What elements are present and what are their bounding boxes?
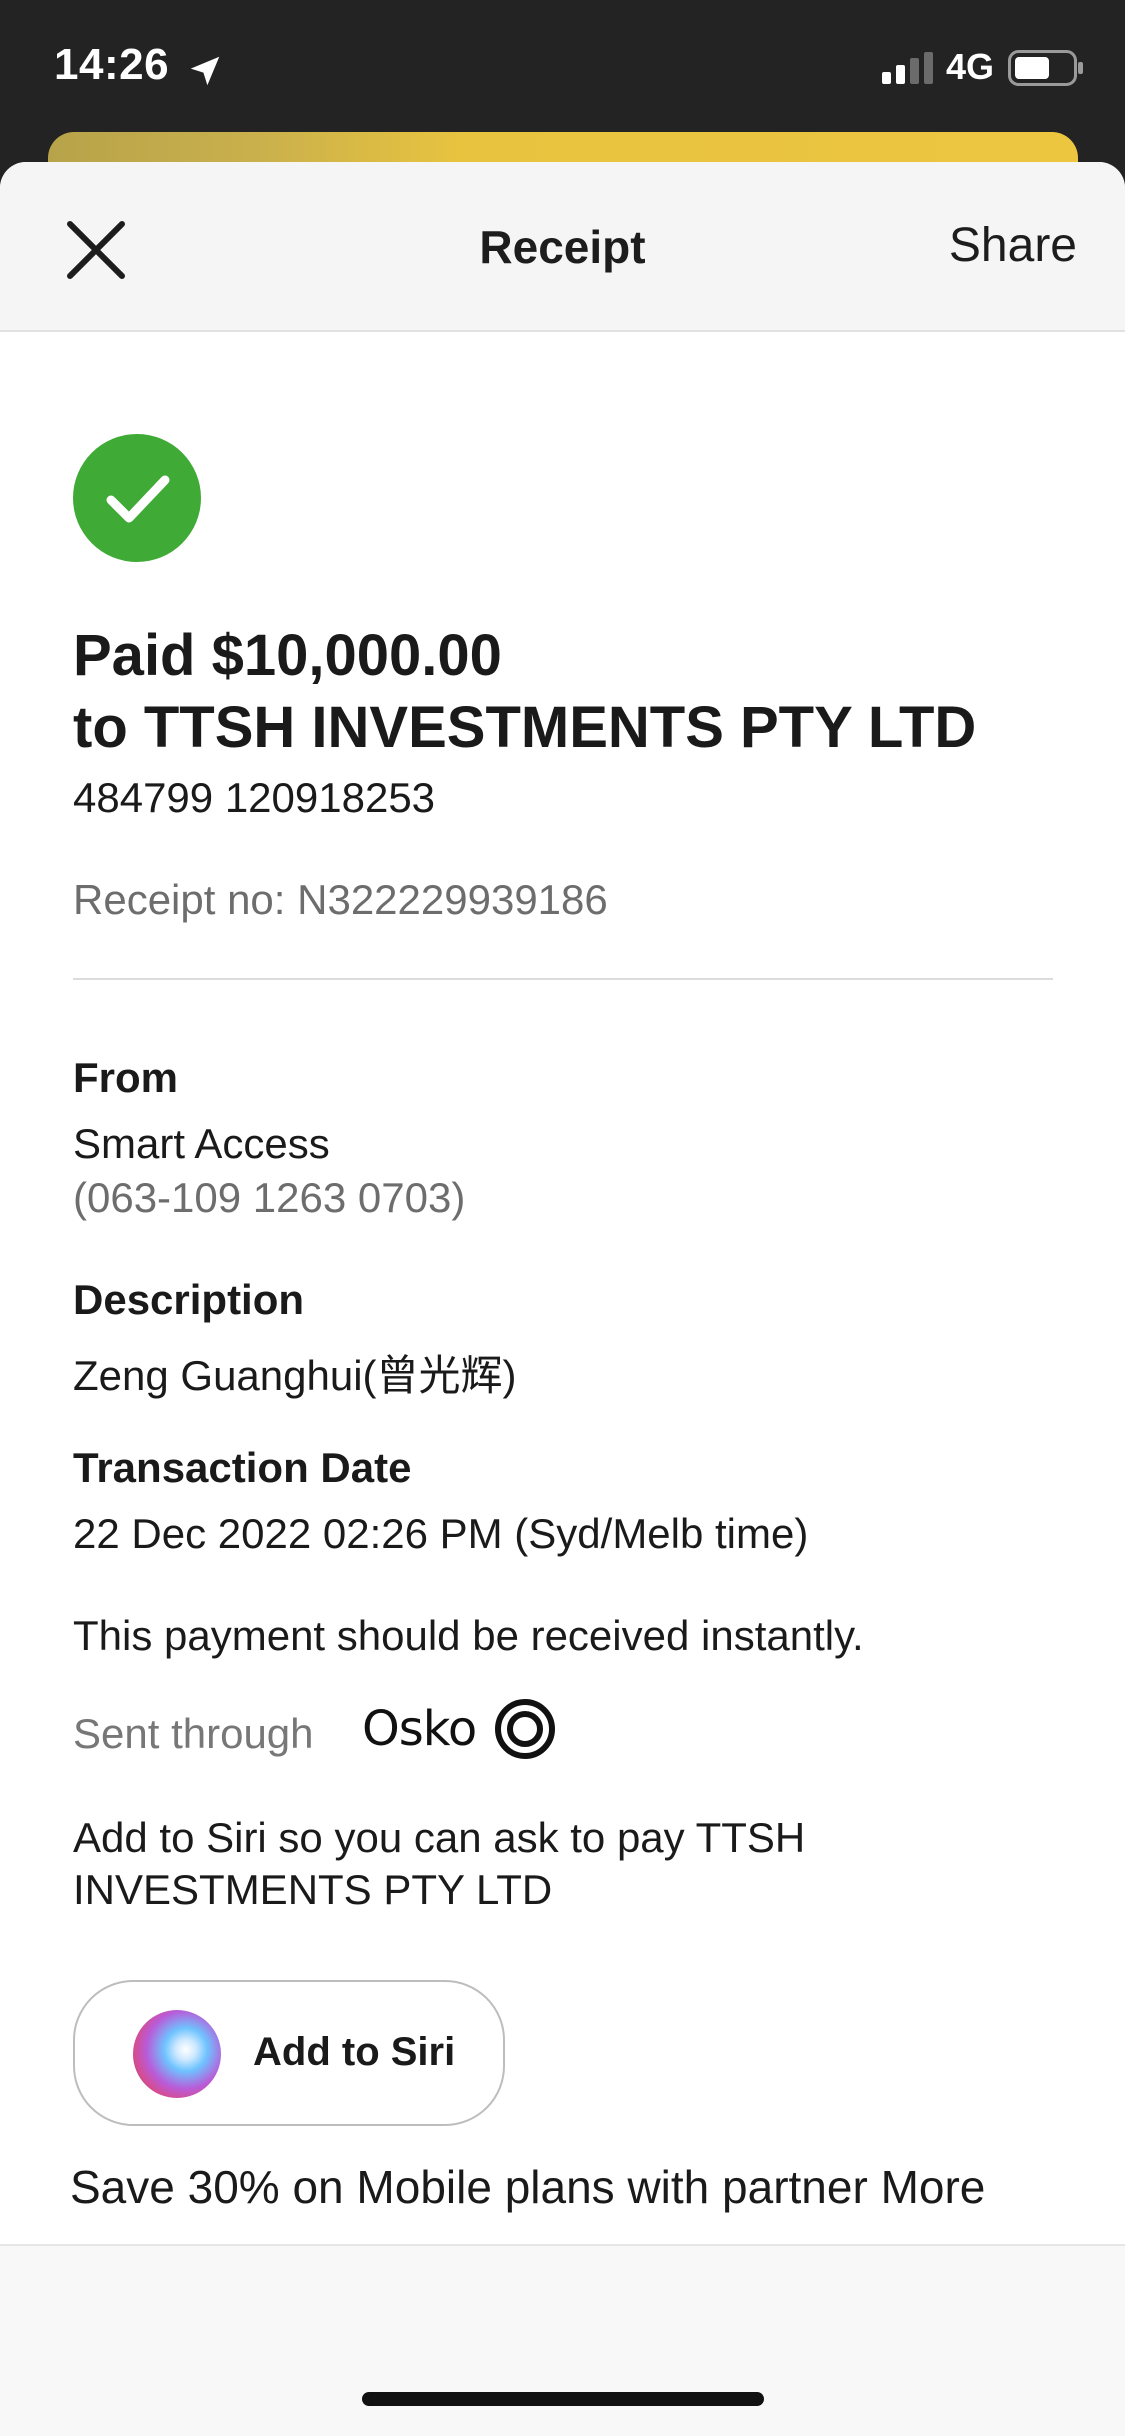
from-account-number: (063-109 1263 0703) <box>73 1174 466 1221</box>
description-value: Zeng Guanghui(曾光辉) <box>73 1352 517 1399</box>
checkmark-circle-icon <box>73 434 201 562</box>
home-indicator <box>362 2392 764 2406</box>
network-type: 4G <box>946 46 995 87</box>
paid-amount: Paid $10,000.00 <box>73 623 502 688</box>
from-label: From <box>73 1054 178 1101</box>
siri-prompt: Add to Siri so you can ask to pay TTSH I… <box>73 1814 806 1913</box>
receipt-number: Receipt no: N322229939186 <box>73 876 608 923</box>
siri-orb-icon <box>133 2010 221 2098</box>
battery-icon <box>1008 50 1083 86</box>
location-arrow-icon <box>190 56 220 86</box>
description-label: Description <box>73 1276 305 1323</box>
screen: 14:26 4G Receipt Share Paid $10,000.00 t… <box>0 0 1125 2436</box>
divider <box>73 978 1053 980</box>
transaction-date-label: Transaction Date <box>73 1444 412 1491</box>
status-bar: 14:26 4G <box>0 0 1125 135</box>
instant-payment-note: This payment should be received instantl… <box>73 1612 864 1659</box>
receipt-sheet: Receipt Share Paid $10,000.00 to TTSH IN… <box>0 162 1125 2436</box>
from-account-name: Smart Access <box>73 1120 330 1167</box>
share-button[interactable]: Share <box>949 218 1077 273</box>
sheet-header: Receipt Share <box>0 162 1125 332</box>
sent-through-label: Sent through <box>73 1710 314 1757</box>
osko-wordmark: Osko <box>362 1701 477 1757</box>
osko-logo: Osko <box>362 1694 556 1764</box>
transaction-date-value: 22 Dec 2022 02:26 PM (Syd/Melb time) <box>73 1510 809 1557</box>
add-to-siri-label: Add to Siri <box>253 2030 456 2074</box>
promo-banner[interactable] <box>0 2246 1125 2436</box>
status-time: 14:26 <box>54 40 170 89</box>
osko-logo-icon <box>495 1699 556 1759</box>
payee-name: to TTSH INVESTMENTS PTY LTD <box>73 695 977 760</box>
payee-account-numbers: 484799 120918253 <box>73 774 436 821</box>
cellular-signal-icon <box>882 52 933 84</box>
promo-text[interactable]: Save 30% on Mobile plans with partner Mo… <box>70 2160 985 2214</box>
payment-summary: Paid $10,000.00 to TTSH INVESTMENTS PTY … <box>73 620 976 764</box>
add-to-siri-button[interactable]: Add to Siri <box>73 1980 505 2126</box>
